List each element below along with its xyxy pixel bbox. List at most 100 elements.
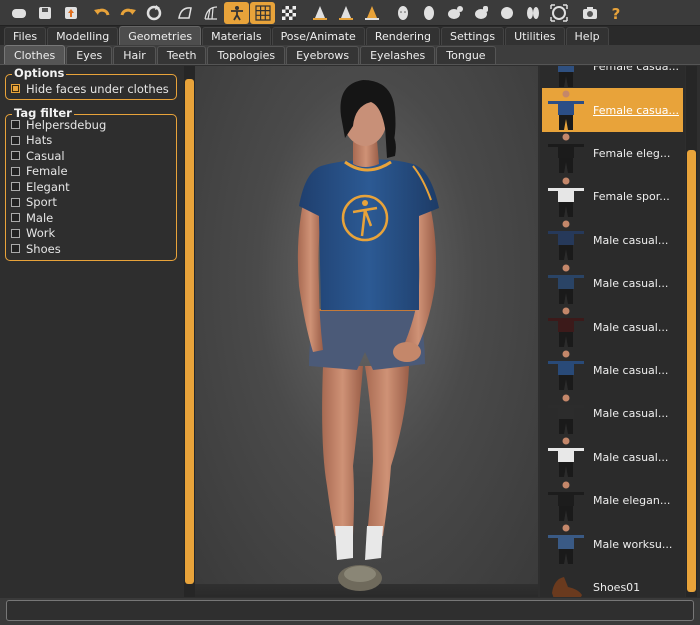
checkbox-icon[interactable] [11,244,20,254]
tag-checkbox[interactable]: Sport [6,195,176,211]
model-figure [195,80,538,597]
tab-rendering[interactable]: Rendering [365,27,440,45]
checkbox-icon[interactable] [11,151,20,161]
tab-modelling[interactable]: Modelling [47,27,119,45]
clothes-item-label: Female spor... [593,190,670,204]
clothes-list-item[interactable]: Male casual... [542,305,683,348]
clothes-list-item[interactable]: Male casual... [542,436,683,479]
checkbox-icon[interactable] [11,197,20,207]
tag-checkbox[interactable]: Male [6,210,176,226]
clothes-list-item[interactable]: Female casua... [542,66,683,88]
clothes-list-item[interactable]: Female casua... [542,88,683,132]
subtab-teeth[interactable]: Teeth [156,46,207,64]
subtab-clothes[interactable]: Clothes [4,45,66,64]
clothes-list-item[interactable]: Male casual... [542,349,683,392]
status-field [6,600,694,621]
tag-label: Casual [26,148,65,163]
camera-rotate-icon[interactable] [442,2,467,24]
clothes-thumbnail-icon [542,132,590,175]
frame-icon[interactable] [546,2,571,24]
tag-checkbox[interactable]: Casual [6,148,176,164]
help-icon[interactable]: ? [603,2,628,24]
tag-label: Male [26,210,54,225]
tab-materials[interactable]: Materials [202,27,271,45]
clothes-thumbnail-icon [542,523,590,566]
hide-faces-checkbox[interactable]: Hide faces under clothes [6,81,176,97]
tab-geometries[interactable]: Geometries [119,26,202,45]
wireframe-icon[interactable] [198,2,223,24]
subtab-eyebrows[interactable]: Eyebrows [286,46,360,64]
subtab-tongue[interactable]: Tongue [436,46,496,64]
clothes-list-item[interactable]: Male casual... [542,262,683,305]
checkbox-icon[interactable] [11,120,20,130]
clothes-item-label: Male casual... [593,407,669,421]
subtab-topologies[interactable]: Topologies [207,46,286,64]
camera-zoom-icon[interactable] [468,2,493,24]
tag-checkbox[interactable]: Shoes [6,241,176,257]
checkbox-icon[interactable] [11,135,20,145]
options-title: Options [12,66,67,80]
redo-icon[interactable] [115,2,140,24]
clothes-list-item[interactable]: Female spor... [542,175,683,218]
right-scrollbar-thumb[interactable] [687,150,696,592]
left-view-icon[interactable] [359,2,384,24]
tag-filter-group: Tag filter Helpersdebug Hats Casual Fema… [5,106,177,261]
save-icon[interactable] [32,2,57,24]
fit-icon[interactable] [494,2,519,24]
grid-icon[interactable] [250,1,275,24]
clothes-item-label: Male casual... [593,363,669,377]
tab-pose-animate[interactable]: Pose/Animate [271,27,365,45]
checker-icon[interactable] [276,2,301,24]
clothes-thumbnail-icon [542,219,590,262]
clothes-item-label: Male elegan... [593,494,671,508]
tag-checkbox[interactable]: Elegant [6,179,176,195]
status-bar [0,598,700,625]
tab-utilities[interactable]: Utilities [505,27,565,45]
clothes-item-label: Female eleg... [593,146,671,160]
sub-tab-bar: Clothes Eyes Hair Teeth Topologies Eyebr… [0,45,700,65]
tab-settings[interactable]: Settings [441,27,505,45]
hide-faces-label: Hide faces under clothes [26,81,169,96]
clothes-list-item[interactable]: Male casual... [542,392,683,435]
checkbox-icon[interactable] [11,182,20,192]
tag-checkbox[interactable]: Female [6,164,176,180]
clothes-thumbnail-icon [542,436,590,479]
back-view-icon[interactable] [333,2,358,24]
clothes-thumbnail-icon [542,566,590,597]
tab-files[interactable]: Files [4,27,47,45]
subtab-eyes[interactable]: Eyes [66,46,113,64]
screenshot-icon[interactable] [577,2,602,24]
sphere-icon[interactable] [416,2,441,24]
checkbox-icon[interactable] [11,166,20,176]
3d-viewport[interactable] [195,66,538,597]
undo-icon[interactable] [89,2,114,24]
new-icon[interactable] [6,2,31,24]
tag-checkbox[interactable]: Work [6,226,176,242]
subtab-hair[interactable]: Hair [113,46,156,64]
export-icon[interactable] [58,2,83,24]
clothes-list-item[interactable]: Male elegan... [542,479,683,522]
clothes-item-label: Female casua... [593,103,679,117]
tag-filter-title: Tag filter [12,106,74,120]
svg-text:?: ? [611,5,620,22]
tag-checkbox[interactable]: Hats [6,133,176,149]
clothes-list-item[interactable]: Shoes01 [542,566,683,597]
toolbar: ? [0,0,700,26]
pose-icon[interactable] [224,1,249,24]
symmetry-icon[interactable] [520,2,545,24]
reset-icon[interactable] [141,2,166,24]
checkbox-icon[interactable] [11,228,20,238]
front-view-icon[interactable] [307,2,332,24]
smooth-icon[interactable] [172,2,197,24]
left-scrollbar-thumb[interactable] [185,79,194,584]
clothes-list-item[interactable]: Male casual... [542,219,683,262]
clothes-list-item[interactable]: Male worksu... [542,522,683,565]
head-icon[interactable] [390,2,415,24]
checkbox-checked-icon[interactable] [11,84,20,94]
clothes-thumbnail-icon [542,66,590,88]
clothes-thumbnail-icon [542,349,590,392]
checkbox-icon[interactable] [11,213,20,223]
subtab-eyelashes[interactable]: Eyelashes [360,46,436,64]
clothes-list-item[interactable]: Female eleg... [542,132,683,175]
tab-help[interactable]: Help [565,27,609,45]
